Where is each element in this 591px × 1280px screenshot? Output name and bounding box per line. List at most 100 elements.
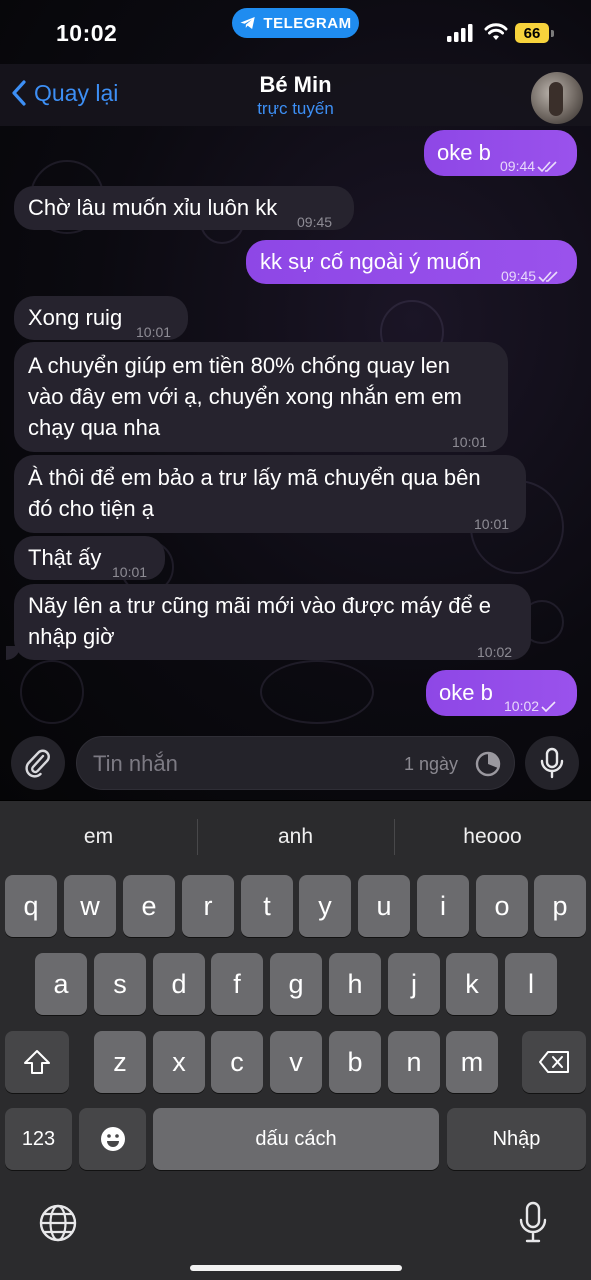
telegram-icon [240, 17, 256, 29]
message-incoming[interactable]: A chuyển giúp em tiền 80% chống quay len… [14, 342, 508, 452]
message-time: 10:01 [452, 434, 488, 450]
key-h[interactable]: h [329, 953, 381, 1015]
message-placeholder: Tin nhắn [93, 751, 178, 776]
shift-arrow-icon [24, 1050, 50, 1074]
backspace-icon [539, 1051, 569, 1073]
message-line: A chuyển giúp em tiền 80% chống quay len [28, 353, 450, 378]
key-a[interactable]: a [35, 953, 87, 1015]
composer-bar: Tin nhắn 1 ngày [0, 726, 591, 801]
suggestion-2[interactable]: anh [197, 825, 394, 849]
avatar-photo [549, 82, 563, 116]
key-z[interactable]: z [94, 1031, 146, 1093]
message-text: Chờ lâu muốn xỉu luôn kk [28, 195, 278, 220]
key-p[interactable]: p [534, 875, 586, 937]
clock: 10:02 [56, 20, 118, 46]
cellular-signal-icon [447, 24, 473, 42]
auto-delete-timer-icon[interactable] [474, 750, 502, 778]
key-l[interactable]: l [505, 953, 557, 1015]
key-s[interactable]: s [94, 953, 146, 1015]
message-meta: 09:44 [500, 151, 559, 182]
key-f[interactable]: f [211, 953, 263, 1015]
message-text: kk sự cố ngoài ý muốn [260, 249, 482, 274]
battery-indicator: 66 [515, 23, 549, 43]
suggestion-1[interactable]: em [0, 825, 197, 849]
key-u[interactable]: u [358, 875, 410, 937]
message-incoming[interactable]: Nãy lên a trư cũng mãi mới vào được máy … [14, 584, 531, 660]
key-q[interactable]: q [5, 875, 57, 937]
message-text: oke b [437, 140, 491, 165]
message-incoming[interactable]: À thôi để em bảo a trư lấy mã chuyển qua… [14, 455, 526, 533]
key-m[interactable]: m [446, 1031, 498, 1093]
key-r[interactable]: r [182, 875, 234, 937]
message-text: oke b [439, 680, 493, 705]
return-key[interactable]: Nhập [447, 1108, 586, 1170]
sent-check-icon [541, 700, 556, 712]
emoji-icon [100, 1127, 125, 1151]
avatar[interactable] [531, 72, 583, 124]
message-line: Nãy lên a trư cũng mãi mới vào được máy … [28, 593, 492, 618]
key-c[interactable]: c [211, 1031, 263, 1093]
backspace-key[interactable] [522, 1031, 586, 1093]
microphone-icon [540, 747, 564, 779]
key-g[interactable]: g [270, 953, 322, 1015]
space-key[interactable]: dấu cách [153, 1108, 439, 1170]
message-text: A chuyển giúp em tiền 80% chống quay len… [28, 350, 462, 443]
numbers-key[interactable]: 123 [5, 1108, 72, 1170]
keyboard: em anh heooo q w e r t y u i o p a s d f… [0, 801, 591, 1280]
key-v[interactable]: v [270, 1031, 322, 1093]
read-check-icon [537, 160, 557, 172]
battery-tip [551, 30, 554, 37]
contact-status: trực tuyến [257, 99, 334, 118]
wifi-icon [484, 23, 508, 40]
key-n[interactable]: n [388, 1031, 440, 1093]
message-time: 10:02 [504, 698, 540, 714]
telegram-pill[interactable]: TELEGRAM [232, 8, 359, 38]
message-text: Nãy lên a trư cũng mãi mới vào được máy … [28, 590, 491, 652]
key-i[interactable]: i [417, 875, 469, 937]
message-incoming[interactable]: Thật ấy 10:01 [14, 536, 165, 580]
message-outgoing[interactable]: oke b 10:02 [426, 670, 577, 716]
message-time: 10:02 [477, 644, 513, 660]
message-meta: 10:02 [504, 691, 557, 722]
contact-name[interactable]: Bé Min [0, 72, 591, 98]
auto-delete-label: 1 ngày [404, 754, 459, 774]
message-meta: 09:45 [501, 261, 560, 292]
home-indicator[interactable] [190, 1265, 402, 1271]
message-time: 09:45 [501, 268, 537, 284]
message-time: 09:45 [297, 214, 333, 230]
message-line: chạy qua nha [28, 415, 161, 440]
message-line: vào đây em với ạ, chuyển xong nhắn em em [28, 384, 462, 409]
message-outgoing[interactable]: oke b 09:44 [424, 130, 577, 176]
message-outgoing[interactable]: kk sự cố ngoài ý muốn 09:45 [246, 240, 577, 284]
message-text: Xong ruig [28, 305, 123, 330]
app-pill-label: TELEGRAM [263, 14, 352, 32]
key-t[interactable]: t [241, 875, 293, 937]
key-o[interactable]: o [476, 875, 528, 937]
key-j[interactable]: j [388, 953, 440, 1015]
message-text: Thật ấy [28, 545, 102, 570]
key-w[interactable]: w [64, 875, 116, 937]
key-y[interactable]: y [299, 875, 351, 937]
message-incoming[interactable]: Xong ruig 10:01 [14, 296, 188, 340]
paperclip-icon [25, 749, 50, 778]
key-b[interactable]: b [329, 1031, 381, 1093]
globe-icon[interactable] [38, 1203, 78, 1243]
emoji-key[interactable] [79, 1108, 146, 1170]
shift-key[interactable] [5, 1031, 69, 1093]
key-d[interactable]: d [153, 953, 205, 1015]
message-line: À thôi để em bảo a trư lấy mã chuyển qua… [28, 465, 481, 490]
message-input[interactable]: Tin nhắn 1 ngày [76, 736, 515, 790]
key-e[interactable]: e [123, 875, 175, 937]
voice-record-button[interactable] [525, 736, 579, 790]
attach-button[interactable] [11, 736, 65, 790]
read-check-icon [538, 270, 558, 282]
message-line: đó cho tiện ạ [28, 496, 154, 521]
message-text: À thôi để em bảo a trư lấy mã chuyển qua… [28, 462, 481, 524]
message-incoming[interactable]: Chờ lâu muốn xỉu luôn kk 09:45 [14, 186, 354, 230]
key-x[interactable]: x [153, 1031, 205, 1093]
message-time: 09:44 [500, 158, 536, 174]
suggestion-3[interactable]: heooo [394, 825, 591, 849]
status-bar: 10:02 TELEGRAM 66 [0, 0, 591, 64]
key-k[interactable]: k [446, 953, 498, 1015]
dictation-microphone-icon[interactable] [518, 1201, 548, 1245]
